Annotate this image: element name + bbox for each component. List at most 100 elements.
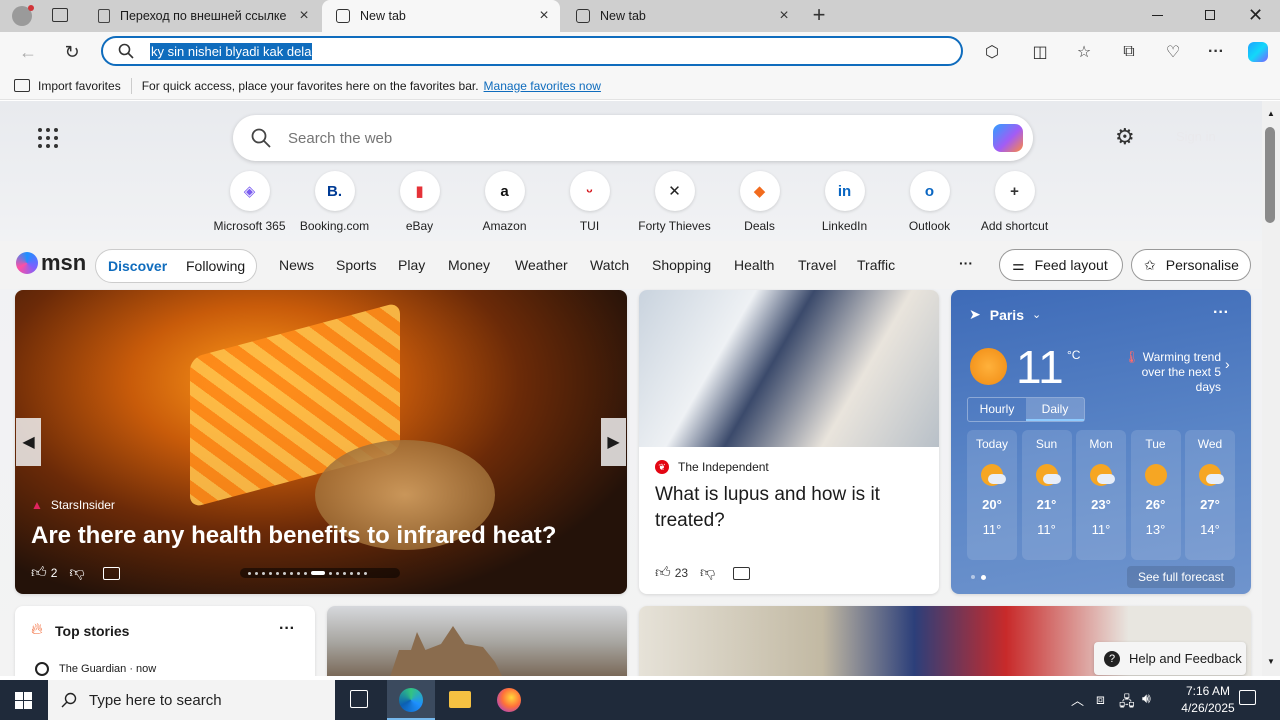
tab-daily[interactable]: Daily (1026, 398, 1084, 421)
firefox-icon[interactable] (497, 688, 521, 712)
tab-hourly[interactable]: Hourly (968, 398, 1026, 421)
scroll-up-arrow-icon[interactable]: ▲ (1267, 109, 1275, 118)
back-button[interactable]: ← (16, 40, 40, 64)
carousel-next-button[interactable]: ▶ (601, 418, 626, 466)
like-icon[interactable]: 👍︎ (31, 564, 47, 582)
article-title[interactable]: What is lupus and how is it treated? (655, 482, 925, 534)
manage-favorites-link[interactable]: Manage favorites now (484, 79, 601, 93)
page-scrollbar[interactable]: ▲ ▼ (1262, 101, 1280, 676)
more-categories-button[interactable]: ··· (959, 255, 973, 271)
new-tab-button[interactable]: + (808, 4, 830, 26)
like-icon[interactable]: 👍︎ (655, 564, 671, 582)
category-link[interactable]: Shopping (652, 257, 711, 273)
temp-unit[interactable]: °C (1067, 348, 1080, 362)
taskbar-search-box[interactable]: Type here to search (48, 680, 335, 720)
clock-date[interactable]: 4/26/2025 (1172, 701, 1244, 715)
msn-logo[interactable]: msn (16, 250, 86, 276)
tab-new-tab[interactable]: New tab × (562, 0, 800, 32)
shortcut-tile[interactable]: o Outlook (887, 171, 972, 233)
copilot-icon[interactable] (1246, 40, 1270, 64)
settings-more-icon[interactable]: ··· (1204, 40, 1228, 64)
network-icon[interactable]: 🖧︎ (1119, 691, 1135, 715)
category-link[interactable]: News (279, 257, 314, 273)
weather-card[interactable]: ➤ Paris ⌄ ··· 11 °C 🌡︎ Warming trend ove… (951, 290, 1251, 594)
notifications-icon[interactable] (1239, 690, 1256, 705)
tray-chevron-icon[interactable]: ︿ (1071, 690, 1084, 709)
forecast-day[interactable]: Sun 21° 11° (1021, 430, 1072, 560)
category-link[interactable]: Money (448, 257, 490, 273)
collections-icon[interactable]: ⧉ (1117, 40, 1141, 64)
settings-gear-icon[interactable]: ⚙ (1115, 124, 1135, 150)
task-view-icon[interactable] (350, 690, 368, 708)
shortcut-tile[interactable]: ✕ Forty Thieves (632, 171, 717, 233)
sign-in-link[interactable]: Sign in (1176, 129, 1216, 144)
search-input[interactable] (288, 127, 968, 149)
more-options-icon[interactable]: ··· (279, 620, 295, 638)
weather-location[interactable]: ➤ Paris ⌄ (969, 306, 1041, 323)
refresh-button[interactable]: ↻ (60, 40, 84, 64)
web-search-box[interactable] (233, 115, 1033, 161)
edge-taskbar-icon[interactable] (387, 680, 435, 720)
shortcut-tile[interactable]: + Add shortcut (972, 171, 1057, 233)
shortcut-tile[interactable]: ▮ eBay (377, 171, 462, 233)
chevron-right-icon[interactable]: › (1225, 356, 1230, 372)
carousel-dots[interactable] (240, 568, 400, 578)
carousel-prev-button[interactable]: ◀ (16, 418, 41, 466)
comment-icon[interactable] (733, 566, 751, 580)
windows-start-icon[interactable] (15, 692, 32, 709)
castle-story-card[interactable] (327, 606, 627, 676)
politics-story-card[interactable]: ? Help and Feedback (639, 606, 1251, 676)
forecast-day[interactable]: Tue 26° 13° (1130, 430, 1181, 560)
category-link[interactable]: Sports (336, 257, 376, 273)
weather-more-icon[interactable]: ··· (1213, 304, 1229, 322)
shortcut-tile[interactable]: ᵕ TUI (547, 171, 632, 233)
favorites-star-icon[interactable]: ☆ (1072, 40, 1096, 64)
help-feedback-button[interactable]: ? Help and Feedback (1094, 642, 1246, 675)
feed-layout-button[interactable]: ⚌ Feed layout (999, 249, 1123, 281)
tab-actions-icon[interactable] (52, 8, 68, 22)
volume-icon[interactable]: 🔊︎ (1142, 690, 1151, 707)
category-link[interactable]: Watch (590, 257, 629, 273)
dislike-icon[interactable]: 👎︎ (69, 564, 84, 582)
dislike-icon[interactable]: 👎︎ (700, 564, 715, 582)
import-favorites-link[interactable]: Import favorites (38, 79, 121, 93)
import-icon[interactable] (14, 79, 30, 92)
extensions-icon[interactable]: ⬡ (980, 40, 1004, 64)
warming-trend[interactable]: 🌡︎ Warming trend over the next 5 days (1115, 350, 1221, 395)
scroll-down-arrow-icon[interactable]: ▼ (1267, 657, 1275, 666)
category-link[interactable]: Weather (515, 257, 568, 273)
shortcut-tile[interactable]: in LinkedIn (802, 171, 887, 233)
comment-icon[interactable] (102, 566, 120, 580)
apps-launcher-icon[interactable] (38, 128, 58, 148)
browser-essentials-icon[interactable]: ♡ (1161, 40, 1185, 64)
shortcut-tile[interactable]: a Amazon (462, 171, 547, 233)
page-dots[interactable] (971, 575, 986, 580)
clock-time[interactable]: 7:16 AM (1172, 684, 1244, 698)
category-link[interactable]: Health (734, 257, 774, 273)
close-tab-icon[interactable]: × (296, 8, 312, 24)
split-screen-icon[interactable]: ◫ (1028, 40, 1052, 64)
forecast-day[interactable]: Mon 23° 11° (1076, 430, 1126, 560)
restore-button[interactable] (1205, 10, 1215, 20)
see-full-forecast-button[interactable]: See full forecast (1127, 566, 1235, 588)
article-card[interactable]: ❦ The Independent What is lupus and how … (639, 290, 939, 594)
close-tab-icon[interactable]: × (776, 8, 792, 24)
tab-following[interactable]: Following (186, 258, 245, 274)
shortcut-tile[interactable]: B. Booking.com (292, 171, 377, 233)
tab-new-tab-active[interactable]: New tab × (322, 0, 560, 32)
file-explorer-icon[interactable] (449, 691, 471, 708)
shortcut-tile[interactable]: ◈ Microsoft 365 (207, 171, 292, 233)
tray-device-icon[interactable]: ⧈ (1096, 691, 1105, 708)
minimize-button[interactable] (1152, 15, 1163, 16)
address-bar[interactable]: ky sin nishei blyadi kak dela (101, 36, 963, 66)
tab-external-link[interactable]: Переход по внешней ссылке × (84, 0, 320, 32)
hero-title[interactable]: Are there any health benefits to infrare… (31, 522, 556, 550)
close-window-button[interactable]: ✕ (1248, 5, 1263, 26)
forecast-day[interactable]: Today 20° 11° (967, 430, 1017, 560)
scroll-thumb[interactable] (1265, 127, 1275, 223)
forecast-day[interactable]: Wed 27° 14° (1185, 430, 1235, 560)
tab-discover[interactable]: Discover (108, 258, 167, 274)
personalise-button[interactable]: ✩ Personalise (1131, 249, 1251, 281)
category-link[interactable]: Play (398, 257, 425, 273)
shortcut-tile[interactable]: ◆ Deals (717, 171, 802, 233)
